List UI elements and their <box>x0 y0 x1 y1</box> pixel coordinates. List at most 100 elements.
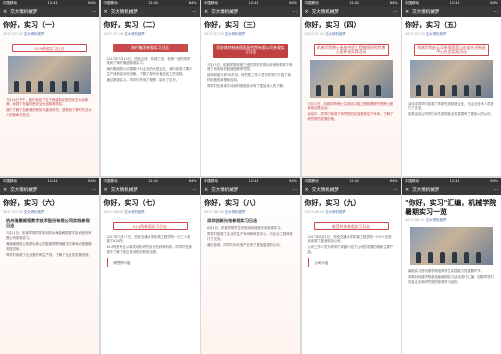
photo-person <box>62 80 67 92</box>
nav-title: 交大情机械梦 <box>211 10 239 15</box>
article-date: 2017-07-22 <box>304 31 326 36</box>
more-icon[interactable]: ··· <box>494 188 498 193</box>
photo-person <box>428 252 433 263</box>
close-icon[interactable]: × <box>104 9 108 15</box>
clock-label: 12:41 <box>47 179 58 183</box>
more-icon[interactable]: ··· <box>393 10 397 15</box>
nav-title: 交大情机械梦 <box>110 10 138 15</box>
close-icon[interactable]: × <box>305 9 309 15</box>
author-link[interactable]: 交大情机械梦 <box>124 210 144 214</box>
article-meta: 2017-08-06 交大情机械梦 <box>201 209 300 216</box>
author-link[interactable]: 交大情机械梦 <box>325 32 345 36</box>
article-paragraph: 7月16日下午，我们来到了位于西咸新区的西安交大创新港，参观了在建的西安交大创新… <box>6 97 89 106</box>
battery-label: 64% <box>88 1 96 5</box>
author-link[interactable]: 交大情机械梦 <box>225 32 245 36</box>
article-date: 2017-08-06 <box>204 209 225 214</box>
article-title: 你好，实习（九） <box>304 199 361 207</box>
article-banner: 能音科技参观实习日志 <box>313 221 389 230</box>
article-paragraph: 通过参观实习，同学们开阔了视野，增长了见识。 <box>106 78 180 83</box>
article-paragraph: 2017年7月17日，西安交通大学机械工程学院一行三人参观了614所。 <box>106 234 191 243</box>
photo-person <box>74 80 79 92</box>
photo-person <box>375 84 381 96</box>
photo-person <box>327 84 333 96</box>
carrier-label: 中国移动 <box>3 1 17 5</box>
article-screenshot: 中国移动 12:41 64% × 交大情机械梦 ··· 你好，实习（一） 2017-07-16… <box>0 0 99 176</box>
clock-label: 12:41 <box>449 179 460 183</box>
author-link[interactable]: 交大情机械梦 <box>24 210 44 214</box>
close-icon[interactable]: × <box>204 9 208 15</box>
author-link[interactable]: 交大情机械梦 <box>426 32 446 36</box>
more-icon[interactable]: ··· <box>192 10 196 15</box>
article-screenshot: 中国移动 12:41 64% × 交大情机械梦 ··· 你好，实习（九） 2017-08-10… <box>301 178 401 354</box>
photo-person <box>50 80 55 92</box>
screenshot-grid: 中国移动 12:41 64% × 交大情机械梦 ··· 你好，实习（一） 2017-07-16… <box>0 0 501 354</box>
author-link[interactable]: 交大情机械梦 <box>24 32 44 36</box>
photo-person <box>440 252 445 263</box>
status-bar: 中国移动 12:41 64% <box>402 178 501 185</box>
close-icon[interactable]: × <box>305 187 309 193</box>
battery-label: 64% <box>188 1 197 5</box>
nav-title: 交大情机械梦 <box>412 188 440 193</box>
wechat-nav-bar: × 交大情机械梦 ··· <box>100 185 200 195</box>
author-link[interactable]: 交大情机械梦 <box>124 32 144 36</box>
article-paragraph: 公司工作人员为同学们详细介绍了公司的发展历程和主要产品。 <box>307 245 394 254</box>
author-link[interactable]: 交大情机械梦 <box>325 210 345 214</box>
wechat-nav-bar: × 交大情机械梦 ··· <box>201 185 300 195</box>
article-meta: 2017-07-29 交大情机械梦 <box>0 209 99 216</box>
article-title: 你好，实习（六） <box>3 199 59 207</box>
photo-person <box>339 84 345 96</box>
photo-person <box>464 252 469 263</box>
more-icon[interactable]: ··· <box>293 10 297 15</box>
article-paragraph: 同学们参观了企业的生产车间和研发中心，与企业工程师进行了交流。 <box>207 232 293 241</box>
close-icon[interactable]: × <box>104 187 108 193</box>
close-icon[interactable]: × <box>204 187 208 193</box>
more-icon[interactable]: ··· <box>494 10 498 15</box>
close-icon[interactable]: × <box>405 187 409 193</box>
article-screenshot: 中国移动 12:41 64% × 交大情机械梦 ··· "你好，实习"汇编，机械学院暑期实习… <box>402 178 501 354</box>
carrier-label: 中国移动 <box>103 179 118 183</box>
photo-person <box>363 84 369 96</box>
status-bar: 中国移动 12:41 64% <box>0 178 99 185</box>
author-link[interactable]: 交大情机械梦 <box>426 218 446 222</box>
close-icon[interactable]: × <box>405 9 409 15</box>
battery-label: 64% <box>289 1 297 5</box>
article-banner: 614所参观实习日志 <box>112 221 188 230</box>
article-banner: 海升集团参观实习日志 <box>112 43 188 52</box>
nav-title: 交大情机械梦 <box>211 188 239 193</box>
battery-label: 64% <box>389 1 398 5</box>
status-bar: 中国移动 12:41 64% <box>0 0 99 7</box>
more-icon[interactable]: ··· <box>92 10 96 15</box>
nav-title: 交大情机械梦 <box>311 10 339 15</box>
article-paragraph: 我们了解了创新港的规划与建设情况，感受到了新时代交大人的使命与担当。 <box>6 108 92 117</box>
battery-label: 64% <box>490 1 498 5</box>
more-icon[interactable]: ··· <box>293 188 297 193</box>
article-date: 2017-07-16 <box>103 31 125 36</box>
article-paragraph: 本期对机械学院各班级暑期实习活动进行汇编，回顾同学们在各企业和研究院的参观学习经… <box>408 275 494 284</box>
status-bar: 中国移动 12:41 64% <box>402 0 501 7</box>
photo-person <box>315 84 321 96</box>
article-screenshot: 中国移动 12:41 64% × 交大情机械梦 ··· 你好，实习（三） 2017-07-19… <box>201 0 300 176</box>
status-bar: 中国移动 12:41 64% <box>201 0 300 7</box>
more-icon[interactable]: ··· <box>393 188 397 193</box>
article-meta: 2017-07-22 交大情机械梦 <box>302 31 401 38</box>
photo-person <box>476 84 481 96</box>
close-icon[interactable]: × <box>3 9 7 15</box>
author-link[interactable]: 交大情机械梦 <box>225 210 245 214</box>
close-icon[interactable]: × <box>3 187 7 193</box>
wechat-nav-bar: × 交大情机械梦 ··· <box>100 7 200 17</box>
photo-person <box>26 80 31 92</box>
more-icon[interactable]: ··· <box>92 188 96 193</box>
article-paragraph: 7月21日，机械学院同学来到杭州海康威视数字技术股份有限公司参观实习。 <box>6 231 92 240</box>
article-paragraph: 7月13日，机械学院机械三班的同学在带队老师的带领下参观了西安增材制造国家研究院… <box>207 62 293 71</box>
article-meta: 2017-07-19 交大情机械梦 <box>201 31 300 38</box>
article-paragraph: 7月11日，机械学院博士生参加中国工程物理研究院博士团参观实践活动。 <box>307 101 393 110</box>
wechat-nav-bar: × 交大情机械梦 ··· <box>301 185 401 195</box>
photo-person <box>428 84 433 96</box>
nav-title: 交大情机械梦 <box>110 188 138 193</box>
section-subheading: 公司介绍 <box>307 258 395 268</box>
photo-person <box>14 80 19 92</box>
article-banner: 机械学院博士参加中国工程物理研究院博士团参观实践活动 <box>313 43 389 56</box>
article-title: 你好，实习（一） <box>3 21 59 29</box>
more-icon[interactable]: ··· <box>192 188 196 193</box>
group-photo <box>410 59 493 98</box>
